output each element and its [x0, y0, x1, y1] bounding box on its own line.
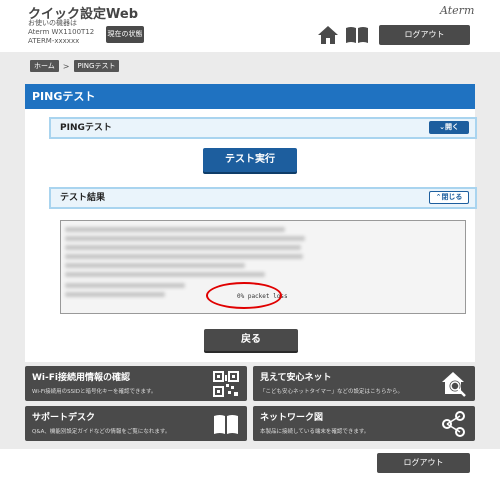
brand-logo: Aterm: [440, 4, 475, 17]
breadcrumb-current: PINGテスト: [73, 60, 120, 72]
expand-button[interactable]: ⌄開く: [429, 121, 469, 134]
highlight-circle: [206, 282, 282, 309]
tile-support-desk[interactable]: サポートデスク Q&A、機能別設定ガイドなどの情報をご覧になれます。: [25, 406, 247, 441]
ping-section-label: PINGテスト: [60, 123, 112, 133]
tile-title: ネットワーク図: [260, 413, 324, 423]
collapse-button[interactable]: ⌃閉じる: [429, 191, 469, 204]
breadcrumb-home[interactable]: ホーム: [30, 60, 59, 72]
home-search-icon: [442, 372, 466, 397]
device-info: お使いの機器は Aterm WX1100T12 ATERM-xxxxxx: [28, 19, 94, 46]
main-panel: PINGテスト PINGテスト ⌄開く テスト実行 テスト結果 ⌃閉じる 0% …: [25, 84, 477, 362]
blurred-result-line: [65, 263, 245, 268]
network-icon: [442, 411, 465, 437]
tile-title: Wi-Fi接続用情報の確認: [32, 373, 130, 383]
blurred-result-line: [65, 227, 285, 232]
run-test-button[interactable]: テスト実行: [203, 148, 297, 172]
device-info-line: お使いの機器は: [28, 19, 77, 27]
tile-mieru-anshin-net[interactable]: 見えて安心ネット 「こども安心ネットタイマー」などの設定はこちらから。: [253, 366, 475, 401]
device-ssid: ATERM-xxxxxx: [28, 37, 80, 45]
breadcrumb: ホーム > PINGテスト: [30, 60, 120, 72]
header: クイック設定Web お使いの機器は Aterm WX1100T12 ATERM-…: [0, 0, 500, 52]
qr-code-icon: [213, 371, 239, 397]
tile-wifi-info[interactable]: Wi-Fi接続用情報の確認 Wi-Fi接続用のSSIDと暗号化キーを確認できます…: [25, 366, 247, 401]
back-button[interactable]: 戻る: [204, 329, 298, 351]
blurred-result-line: [65, 272, 265, 277]
tile-title: 見えて安心ネット: [260, 373, 332, 383]
home-icon[interactable]: [317, 25, 339, 45]
book-icon: [214, 415, 238, 434]
blurred-result-line: [65, 245, 301, 250]
blurred-result-line: [65, 254, 303, 259]
collapse-label: 閉じる: [441, 193, 463, 201]
blurred-result-line: [65, 236, 305, 241]
expand-label: 開く: [444, 123, 459, 131]
tile-description: Q&A、機能別設定ガイドなどの情報をご覧になれます。: [32, 429, 171, 435]
manual-book-icon[interactable]: [345, 26, 369, 44]
current-status-button[interactable]: 現在の状態: [106, 26, 144, 43]
tile-description: 本製品に接続している端末を確認できます。: [260, 429, 370, 435]
tile-description: 「こども安心ネットタイマー」などの設定はこちらから。: [260, 389, 404, 395]
ping-test-section[interactable]: PINGテスト ⌄開く: [49, 117, 477, 139]
test-result-section[interactable]: テスト結果 ⌃閉じる: [49, 187, 477, 209]
blurred-result-line: [65, 292, 165, 297]
blurred-result-line: [65, 283, 185, 288]
device-model: Aterm WX1100T12: [28, 28, 95, 36]
breadcrumb-separator: >: [62, 61, 70, 71]
tile-title: サポートデスク: [32, 413, 96, 423]
page-title: PINGテスト: [25, 84, 475, 109]
footer-logout-button[interactable]: ログアウト: [377, 453, 470, 473]
tile-network-map[interactable]: ネットワーク図 本製品に接続している端末を確認できます。: [253, 406, 475, 441]
tile-description: Wi-Fi接続用のSSIDと暗号化キーを確認できます。: [32, 389, 157, 395]
logout-button[interactable]: ログアウト: [379, 25, 470, 45]
result-section-label: テスト結果: [60, 193, 106, 203]
